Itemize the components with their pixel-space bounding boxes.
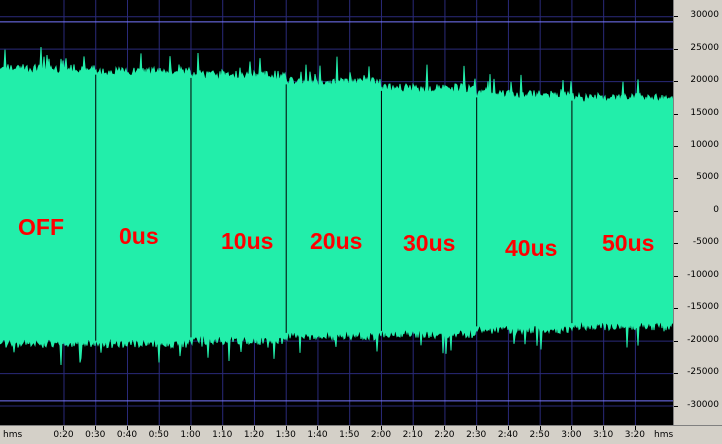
waveform-editor[interactable]: OFF 0us 10us 20us 30us 40us 50us 30000 25…: [0, 0, 722, 444]
x-axis-tick-label: 1:40: [307, 430, 328, 440]
y-axis-tick: [674, 81, 678, 83]
y-axis-tick-label: -15000: [687, 302, 719, 313]
x-axis-tick-label: 2:10: [402, 430, 423, 440]
x-axis-tick-label: 0:20: [53, 430, 74, 440]
x-axis-tick-label: 1:50: [339, 430, 360, 440]
segment-label-40us: 40us: [505, 235, 558, 261]
segment-label-50us: 50us: [602, 230, 655, 256]
y-axis-tick-label: 30000: [690, 10, 719, 21]
y-axis-tick: [674, 16, 678, 18]
y-axis-tick: [674, 405, 678, 407]
y-axis-tick: [674, 145, 678, 147]
y-axis-tick: [674, 308, 678, 310]
y-axis-tick: [674, 210, 678, 212]
y-axis-tick-label: -20000: [687, 334, 719, 345]
segment-label-0us: 0us: [119, 223, 159, 249]
x-axis-tick-label: 1:00: [180, 430, 201, 440]
x-axis-tick-label: 1:30: [275, 430, 296, 440]
x-axis-tick-label: 1:10: [212, 430, 233, 440]
y-axis-tick: [674, 340, 678, 342]
waveform-canvas[interactable]: [0, 0, 673, 425]
x-axis-tick-label: 0:30: [85, 430, 106, 440]
x-axis-tick-label: 2:50: [529, 430, 550, 440]
y-axis-tick-label: -10000: [687, 269, 719, 280]
x-axis-tick-label: 3:10: [593, 430, 614, 440]
y-axis-tick: [674, 373, 678, 375]
x-axis-tick-label: 2:00: [370, 430, 392, 440]
y-axis-tick-label: 5000: [696, 172, 719, 183]
x-axis-tick-label: 1:20: [243, 430, 265, 440]
y-axis-tick: [674, 113, 678, 115]
x-axis-tick-label: 2:40: [497, 430, 519, 440]
y-axis-tick: [674, 178, 678, 180]
y-axis-tick-label: 10000: [690, 139, 719, 150]
y-axis-tick-label: 20000: [690, 75, 719, 86]
y-axis-tick: [674, 243, 678, 245]
y-axis-tick-label: -25000: [687, 367, 719, 378]
y-axis-tick: [674, 48, 678, 50]
x-axis-tick-label: 2:30: [466, 430, 487, 440]
segment-label-20us: 20us: [310, 228, 363, 254]
time-unit-label-right: hms: [654, 430, 674, 440]
waveform-display[interactable]: OFF 0us 10us 20us 30us 40us 50us: [0, 0, 673, 425]
y-axis-tick: [674, 275, 678, 277]
x-axis-tick-label: 0:40: [116, 430, 138, 440]
time-unit-label: hms: [3, 430, 23, 440]
segment-label-30us: 30us: [403, 230, 456, 256]
y-axis-tick-label: -30000: [687, 399, 719, 410]
x-axis-tick-label: 3:20: [624, 430, 645, 440]
segment-label-off: OFF: [18, 214, 64, 240]
time-ruler[interactable]: hms hms 0:20 0:30 0:40 0:50 1:00 1:10 1:20 1:30…: [0, 425, 722, 444]
y-axis-tick-label: 25000: [690, 42, 719, 53]
y-axis-tick-label: 0: [713, 204, 719, 215]
amplitude-ruler[interactable]: 30000 25000 20000 15000 10000 5000 0 -5000 -1000…: [673, 0, 722, 425]
x-axis-tick-label: 2:20: [434, 430, 455, 440]
y-axis-tick-label: 15000: [690, 107, 719, 118]
segment-label-10us: 10us: [221, 228, 274, 254]
x-axis-tick-label: 3:00: [561, 430, 582, 440]
x-axis-tick-label: 0:50: [148, 430, 169, 440]
y-axis-tick-label: -5000: [692, 237, 719, 248]
